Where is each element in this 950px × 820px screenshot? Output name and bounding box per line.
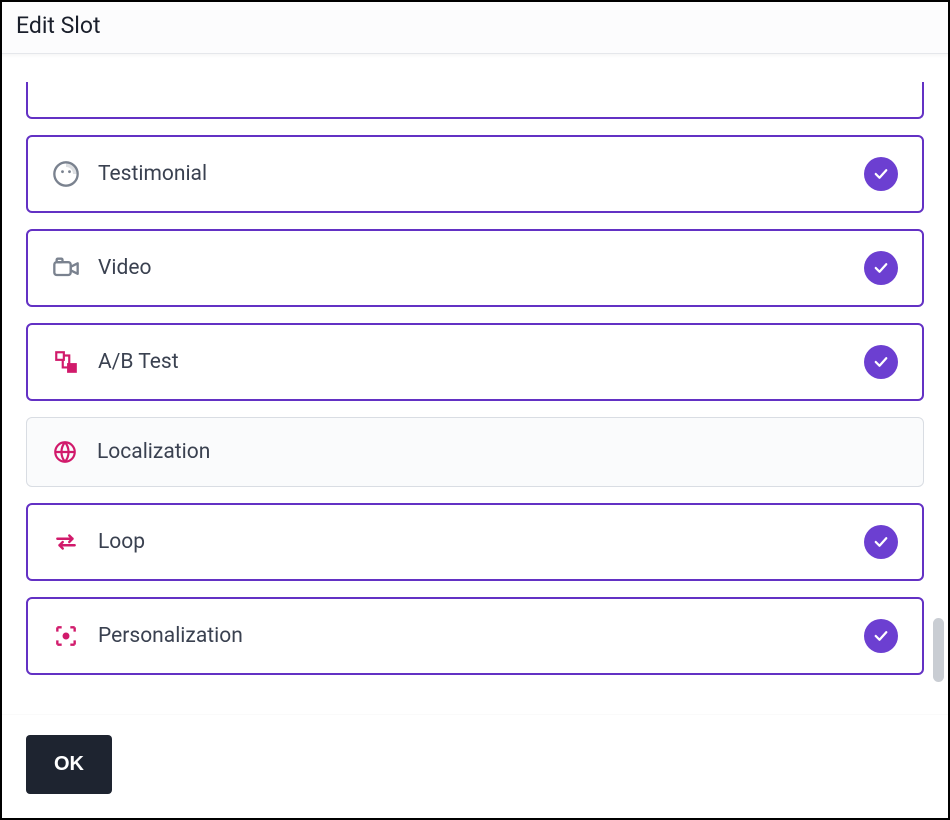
- slot-label: A/B Test: [98, 350, 846, 374]
- video-icon: [52, 254, 80, 282]
- slot-list: Testimonial Video A/B Test: [26, 82, 924, 675]
- slot-item-video[interactable]: Video: [26, 229, 924, 307]
- globe-icon: [51, 438, 79, 466]
- scrollbar-thumb[interactable]: [933, 618, 944, 682]
- checkmark-badge: [864, 525, 898, 559]
- slot-item-personalization[interactable]: Personalization: [26, 597, 924, 675]
- slot-item-loop[interactable]: Loop: [26, 503, 924, 581]
- slot-item-testimonial[interactable]: Testimonial: [26, 135, 924, 213]
- abtest-icon: [52, 348, 80, 376]
- dialog-footer: OK: [2, 714, 948, 818]
- checkmark-badge: [864, 619, 898, 653]
- dialog-title: Edit Slot: [16, 12, 934, 39]
- checkmark-badge: [864, 157, 898, 191]
- slot-item-localization[interactable]: Localization: [26, 417, 924, 487]
- checkmark-badge: [864, 345, 898, 379]
- ok-button[interactable]: OK: [26, 735, 112, 794]
- slot-label: Localization: [97, 440, 899, 464]
- personalization-icon: [52, 622, 80, 650]
- slot-item-abtest[interactable]: A/B Test: [26, 323, 924, 401]
- slot-label: Testimonial: [98, 162, 846, 186]
- edit-slot-dialog: Edit Slot Testimonial Video: [0, 0, 950, 820]
- slot-scroll-area[interactable]: Testimonial Video A/B Test: [26, 54, 924, 714]
- face-icon: [52, 160, 80, 188]
- dialog-header: Edit Slot: [2, 2, 948, 54]
- slot-label: Loop: [98, 530, 846, 554]
- slot-label: Video: [98, 256, 846, 280]
- slot-label: Personalization: [98, 624, 846, 648]
- checkmark-badge: [864, 251, 898, 285]
- dialog-body: Testimonial Video A/B Test: [2, 54, 948, 714]
- slot-item-partial[interactable]: [26, 82, 924, 119]
- loop-icon: [52, 528, 80, 556]
